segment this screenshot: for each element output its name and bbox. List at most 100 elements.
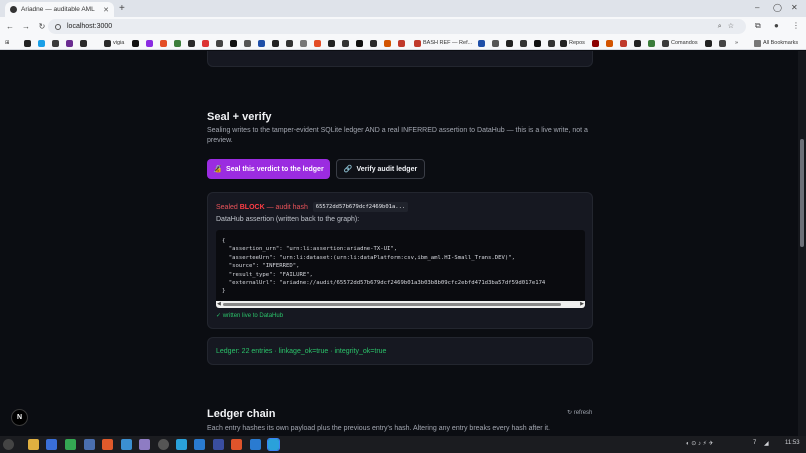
vscode-icon[interactable] [250,439,261,450]
bookmark-item[interactable] [328,38,337,48]
close-tab-icon[interactable]: ✕ [103,6,109,14]
start-menu-icon[interactable] [3,439,14,450]
back-icon[interactable]: ← [4,22,16,31]
files-icon[interactable] [28,439,39,450]
bookmark-repos[interactable]: Repos [560,38,585,48]
bookmark-item[interactable] [478,38,487,48]
bookmark-item[interactable] [258,38,267,48]
bookmark-bash-ref[interactable]: BASH REF — Ref... [414,38,472,48]
bookmark-item[interactable] [286,38,295,48]
bookmark-item[interactable] [705,38,714,48]
tab-strip: Ariadne — auditable AML ✕ + – ◯ ✕ [0,0,806,17]
profile-icon[interactable]: ● [774,21,779,30]
bookmark-item[interactable] [398,38,407,48]
extensions-icon[interactable]: ⧉ [755,21,761,31]
bookmark-item[interactable] [719,38,728,48]
assertion-code-block[interactable]: { "assertion_urn": "urn:li:assertion:ari… [216,230,585,308]
app-icon[interactable] [139,439,150,450]
new-tab-icon[interactable]: + [119,3,125,14]
bookmark-item[interactable] [244,38,253,48]
apps-icon[interactable]: ⊞ [5,38,10,48]
bookmark-item[interactable] [520,38,529,48]
bookmark-item[interactable] [356,38,365,48]
app-icon[interactable] [231,439,242,450]
bookmark-item[interactable] [38,38,47,48]
tab-favicon-icon [10,6,17,13]
app-page: Seal + verify Sealing writes to the tamp… [0,51,798,436]
tray-icons[interactable]: ◐ ⊙ ♪ ⚡ ✈ [686,440,714,447]
seal-verdict-button[interactable]: 🔏 Seal this verdict to the ledger [207,159,330,179]
verify-ledger-button[interactable]: 🔗 Verify audit ledger [336,159,425,179]
bookmark-item[interactable] [174,38,183,48]
app-icon[interactable] [84,439,95,450]
bookmark-item[interactable] [342,38,351,48]
vscode-icon[interactable] [121,439,132,450]
assertion-json: { "assertion_urn": "urn:li:assertion:ari… [222,238,546,295]
bookmark-item[interactable] [492,38,501,48]
browser-tab[interactable]: Ariadne — auditable AML ✕ [5,2,114,17]
app-icon[interactable] [194,439,205,450]
bookmark-item[interactable] [132,38,141,48]
tab-title: Ariadne — auditable AML [21,6,95,13]
scroll-right-icon[interactable]: ▶ [580,301,584,307]
bookmark-item[interactable] [370,38,379,48]
refresh-button[interactable]: ↻ refresh [567,409,592,416]
zoom-star-icons[interactable]: ⌕☆ [718,22,740,31]
app-icon[interactable] [213,439,224,450]
previous-card [207,51,593,67]
telegram-active-icon[interactable] [267,438,280,451]
bookmark-item[interactable] [634,38,643,48]
maximize-icon[interactable]: ◯ [773,3,782,12]
bookmark-item[interactable] [534,38,543,48]
code-horizontal-scrollbar[interactable]: ◀ ▶ [216,301,585,308]
brave-icon[interactable] [102,439,113,450]
bookmark-vigia[interactable]: vigia [104,38,124,48]
clock[interactable]: 11:53 [785,440,800,446]
bookmark-item[interactable] [52,38,61,48]
bookmark-item[interactable] [272,38,281,48]
settings-icon[interactable] [158,439,169,450]
scroll-left-icon[interactable]: ◀ [217,301,221,307]
site-info-icon[interactable] [55,23,61,30]
bookmark-item[interactable] [66,38,75,48]
sealed-status: Sealed BLOCK — audit hash 65572dd57b679d… [216,202,409,212]
bookmark-item[interactable] [548,38,557,48]
seal-heading: Seal + verify [207,111,272,123]
navigation-bar: ← → ↻ localhost:3000 ⌕☆ ⧉ ● ⋮ [0,17,806,36]
bookmark-item[interactable] [24,38,33,48]
bookmark-item[interactable] [620,38,629,48]
chrome-icon[interactable] [65,439,76,450]
bookmark-item[interactable] [300,38,309,48]
bookmark-item[interactable] [230,38,239,48]
telegram-icon[interactable] [176,439,187,450]
bookmark-item[interactable] [592,38,601,48]
close-window-icon[interactable]: ✕ [791,3,798,12]
bookmark-item[interactable] [202,38,211,48]
page-scrollbar-thumb[interactable] [800,139,804,247]
all-bookmarks[interactable]: All Bookmarks [754,38,798,48]
bookmark-item[interactable] [160,38,169,48]
bookmark-item[interactable] [506,38,515,48]
bookmark-comandos[interactable]: Comandos [662,38,698,48]
minimize-icon[interactable]: – [755,3,759,12]
bookmark-item[interactable] [384,38,393,48]
os-taskbar: ◐ ⊙ ♪ ⚡ ✈ 7 ◢ 11:53 [0,436,806,453]
bookmark-item[interactable] [80,38,89,48]
forward-icon[interactable]: → [20,22,32,31]
menu-icon[interactable]: ⋮ [792,21,800,30]
scrollbar-thumb[interactable] [223,303,561,306]
bookmark-item[interactable] [314,38,323,48]
address-bar[interactable]: localhost:3000 ⌕☆ [48,19,746,34]
page-scrollbar[interactable] [798,51,806,436]
reload-icon[interactable]: ↻ [36,22,48,31]
bookmark-item[interactable] [648,38,657,48]
bookmark-item[interactable] [146,38,155,48]
nextjs-badge[interactable]: N [11,409,28,426]
app-icon[interactable] [46,439,57,450]
bookmark-item[interactable] [216,38,225,48]
network-icon[interactable]: ◢ [764,440,769,447]
more-bookmarks-icon[interactable]: » [735,38,738,48]
bookmarks-bar: ⊞ vigia BASH REF — Ref... Repos Comandos… [0,36,806,50]
bookmark-item[interactable] [606,38,615,48]
bookmark-item[interactable] [188,38,197,48]
